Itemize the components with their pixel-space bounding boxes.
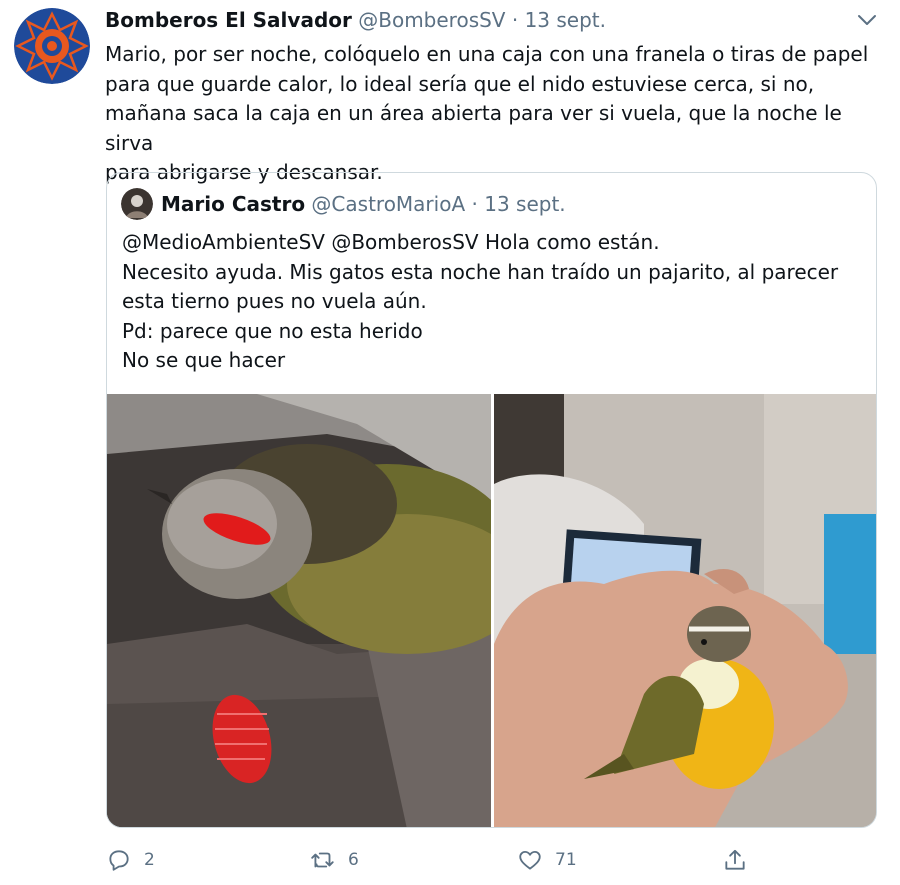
retweet-button[interactable]: 6 bbox=[310, 840, 359, 880]
like-button[interactable]: 71 bbox=[517, 840, 577, 880]
quoted-author-name[interactable]: Mario Castro bbox=[161, 192, 305, 216]
retweet-icon bbox=[311, 852, 334, 868]
like-count: 71 bbox=[555, 850, 577, 870]
bomberos-logo bbox=[14, 8, 90, 84]
header-separator: · bbox=[511, 8, 519, 32]
quoted-author-avatar[interactable] bbox=[121, 188, 153, 220]
quoted-author-handle[interactable]: @CastroMarioA bbox=[311, 192, 465, 216]
quoted-text: @MedioAmbienteSV @BomberosSV Hola como e… bbox=[122, 228, 862, 376]
avatar-photo bbox=[121, 188, 153, 220]
tweet-date[interactable]: 13 sept. bbox=[525, 8, 606, 32]
bird-in-box-photo[interactable] bbox=[107, 394, 491, 827]
quoted-header-separator: · bbox=[471, 192, 478, 216]
quoted-text-line: Necesito ayuda. Mis gatos esta noche han… bbox=[122, 259, 839, 284]
bird-in-hand-photo[interactable] bbox=[494, 394, 876, 827]
quoted-date[interactable]: 13 sept. bbox=[484, 192, 565, 216]
tweet-text-line: para que guarde calor, lo ideal sería qu… bbox=[105, 71, 815, 96]
tweet-text-line: mañana saca la caja en un área abierta p… bbox=[105, 101, 842, 155]
reply-button[interactable]: 2 bbox=[106, 840, 155, 880]
tweet-actions: 2 6 71 bbox=[0, 840, 900, 880]
retweet-count: 6 bbox=[348, 850, 359, 870]
like-icon bbox=[519, 850, 541, 870]
quoted-text-line: Pd: parece que no esta herido bbox=[122, 318, 423, 343]
author-handle[interactable]: @BomberosSV bbox=[358, 8, 505, 32]
tweet-text-line: Mario, por ser noche, colóquelo en una c… bbox=[105, 42, 869, 66]
quoted-header: Mario Castro @CastroMarioA · 13 sept. bbox=[161, 192, 566, 216]
quoted-tweet[interactable]: Mario Castro @CastroMarioA · 13 sept. @M… bbox=[106, 172, 877, 828]
share-icon bbox=[725, 849, 745, 870]
share-button[interactable] bbox=[722, 840, 748, 880]
reply-count: 2 bbox=[144, 850, 155, 870]
author-name[interactable]: Bomberos El Salvador bbox=[105, 8, 352, 32]
quoted-text-line: No se que hacer bbox=[122, 348, 286, 372]
author-avatar[interactable] bbox=[14, 8, 90, 84]
reply-icon bbox=[109, 850, 129, 871]
tweet-header: Bomberos El Salvador @BomberosSV · 13 se… bbox=[105, 8, 606, 32]
quoted-text-line: esta tierno pues no vuela aún. bbox=[122, 289, 427, 313]
chevron-down-icon[interactable] bbox=[856, 12, 878, 28]
tweet-text: Mario, por ser noche, colóquelo en una c… bbox=[105, 40, 885, 188]
quoted-text-line: @MedioAmbienteSV @BomberosSV Hola como e… bbox=[122, 230, 660, 254]
